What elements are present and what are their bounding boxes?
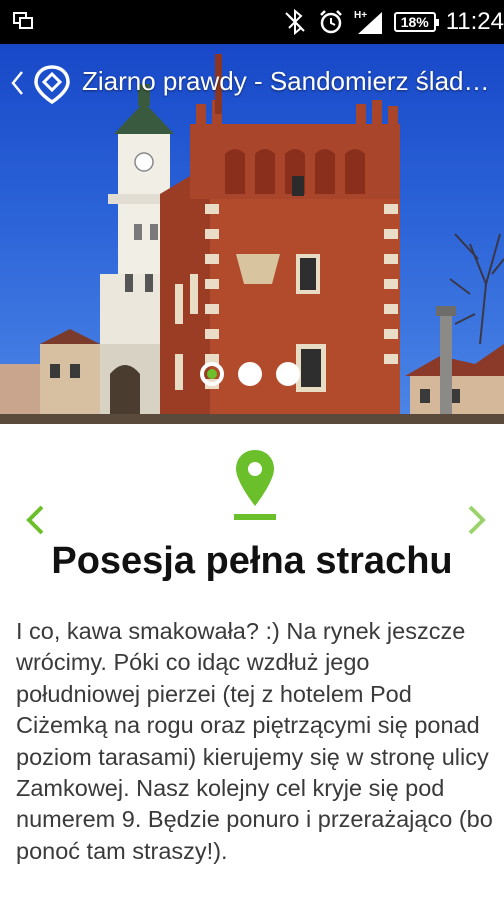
back-chevron-icon[interactable] [10, 70, 24, 96]
app-title: Ziarno prawdy - Sandomierz śladami [82, 66, 502, 96]
next-poi-chevron-icon[interactable] [466, 504, 488, 536]
gallery-dot-2[interactable] [238, 362, 262, 386]
battery-level: 18% [400, 14, 429, 30]
app-logo-icon[interactable] [32, 64, 72, 104]
gallery-dot-1[interactable] [200, 362, 224, 386]
signal-icon: H+ [354, 8, 384, 36]
gallery-pager [200, 362, 300, 386]
status-bar: H+ 18% 11:24 [0, 0, 504, 44]
poi-detail: Posesja pełna strachu I co, kawa smakowa… [0, 424, 504, 900]
network-type-label: H+ [354, 10, 367, 21]
gallery-dot-3[interactable] [276, 362, 300, 386]
poi-title: Posesja pełna strachu [51, 540, 453, 582]
poi-description: I co, kawa smakowała? :) Na rynek jeszcz… [16, 618, 493, 864]
screen-mirror-icon [12, 10, 34, 32]
image-gallery[interactable]: Ziarno prawdy - Sandomierz śladami [0, 44, 504, 424]
bluetooth-off-icon [282, 9, 308, 35]
location-pin-icon [234, 450, 276, 520]
status-clock: 11:24 [445, 8, 504, 35]
previous-poi-chevron-icon[interactable] [24, 504, 46, 536]
alarm-icon [318, 9, 344, 35]
app-bar: Ziarno prawdy - Sandomierz śladami [0, 44, 504, 124]
battery-icon: 18% [393, 12, 439, 32]
